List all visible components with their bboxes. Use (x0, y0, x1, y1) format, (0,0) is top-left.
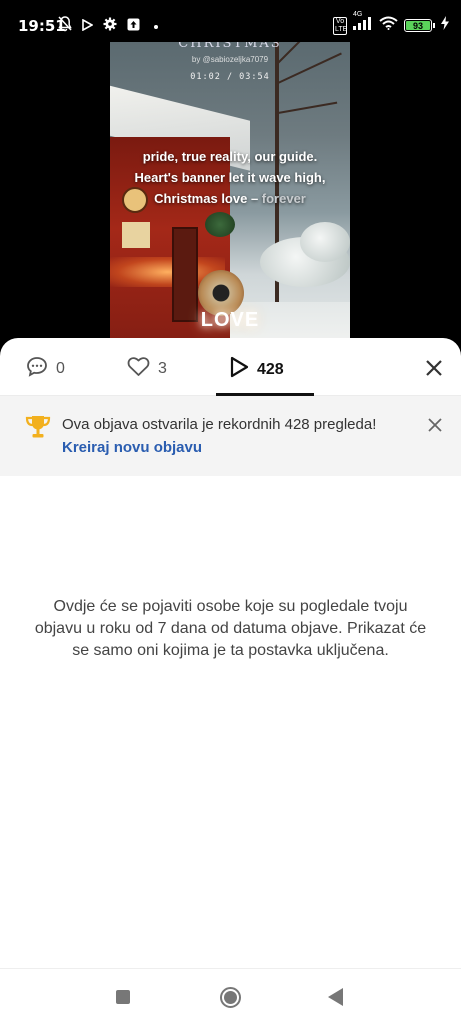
stats-tabs: 0 3 428 (0, 338, 461, 396)
video-author: by @sabiozeljka7079 (191, 55, 269, 64)
video-title: CHRISTMAS (178, 42, 282, 51)
heart-icon (127, 356, 150, 382)
lyrics-line-2: Heart's banner let it wave high, (134, 170, 326, 185)
comments-count: 0 (56, 360, 65, 377)
battery-icon: 93 (404, 19, 435, 32)
create-post-link[interactable]: Kreiraj novu objavu (62, 439, 202, 456)
screen: 19:51 Vo LTE 4G 93 CHRISTMAS by @sabioze… (0, 0, 461, 1024)
recents-button[interactable] (116, 990, 130, 1004)
empty-state-message: Ovdje će se pojaviti osobe koje su pogle… (34, 598, 427, 659)
comment-icon (26, 356, 48, 382)
lyrics-line-3b: forever (261, 191, 306, 206)
wifi-icon (379, 16, 398, 35)
lyrics-line-3a: Christmas love – (154, 191, 262, 206)
lyrics-line-1: pride, true reality, our guide. (142, 149, 318, 164)
tab-comments[interactable]: 0 (26, 356, 65, 382)
video-time: 01:02 / 03:54 (190, 72, 270, 82)
lyrics: pride, true reality, our guide. Heart's … (110, 146, 350, 209)
play-store-icon (82, 18, 94, 36)
volte-badge: Vo LTE (333, 16, 348, 35)
close-button[interactable] (423, 357, 445, 379)
likes-count: 3 (158, 360, 167, 377)
dot-icon (154, 24, 158, 29)
close-icon (426, 360, 442, 376)
status-left-icons (58, 16, 158, 37)
record-banner: Ova objava ostvarila je rekordnih 428 pr… (0, 396, 461, 476)
close-icon (428, 418, 442, 432)
upload-icon (127, 18, 140, 36)
battery-level: 93 (406, 21, 430, 31)
banner-close-button[interactable] (427, 417, 443, 433)
home-button[interactable] (220, 987, 241, 1008)
back-button[interactable] (328, 988, 343, 1006)
tab-views[interactable]: 428 (229, 356, 284, 383)
network-type: 4G (353, 10, 363, 18)
system-nav-bar (0, 968, 461, 1024)
bell-muted-icon (58, 16, 72, 37)
status-right-icons: Vo LTE 4G 93 (333, 11, 449, 35)
views-count: 428 (257, 360, 284, 378)
stats-sheet: 0 3 428 Ova objava ostvarila je rekordni… (0, 338, 461, 1024)
signal-icon: 4G (353, 11, 373, 35)
love-overlay: LOVE (200, 309, 260, 331)
charging-icon (441, 16, 449, 35)
record-message: Ova objava ostvarila je rekordnih 428 pr… (62, 416, 377, 433)
video-preview[interactable]: CHRISTMAS by @sabiozeljka7079 01:02 / 03… (110, 42, 350, 352)
lyrics-line-3: Christmas love – forever (110, 188, 350, 209)
play-icon (229, 356, 249, 383)
tab-likes[interactable]: 3 (127, 356, 167, 382)
gear-icon (103, 17, 117, 36)
trophy-icon (24, 414, 52, 445)
